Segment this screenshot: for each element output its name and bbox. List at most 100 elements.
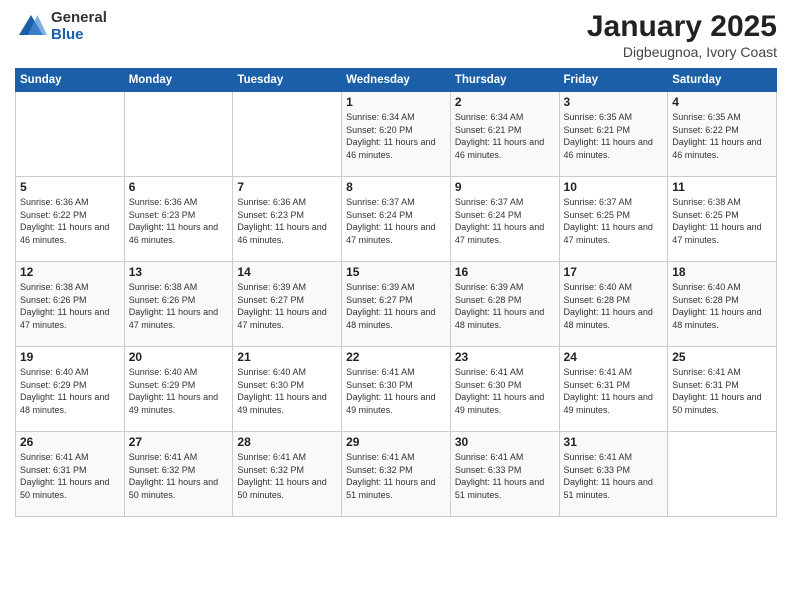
day-cell: 15 Sunrise: 6:39 AM Sunset: 6:27 PM Dayli…: [342, 262, 451, 347]
day-number: 8: [346, 180, 446, 194]
day-cell: 22Sunrise: 6:41 AM Sunset: 6:30 PM Dayli…: [342, 347, 451, 432]
day-cell: [233, 92, 342, 177]
day-cell: 23 Sunrise: 6:41 AM Sunset: 6:30 PM Dayli…: [450, 347, 559, 432]
day-info: Sunrise: 6:41 AM Sunset: 6:31 PM Dayligh…: [20, 451, 120, 501]
day-cell: 20 Sunrise: 6:40 AM Sunset: 6:29 PM Dayli…: [124, 347, 233, 432]
day-cell: 18 Sunrise: 6:40 AM Sunset: 6:28 PM Dayli…: [668, 262, 777, 347]
day-cell: 3 Sunrise: 6:35 AM Sunset: 6:21 PM Daylig…: [559, 92, 668, 177]
header-day: Friday: [559, 69, 668, 92]
day-cell: 7Sunrise: 6:36 AM Sunset: 6:23 PM Daylig…: [233, 177, 342, 262]
day-cell: [668, 432, 777, 517]
day-info: Sunrise: 6:41 AM Sunset: 6:32 PM Dayligh…: [346, 451, 446, 501]
day-cell: 4Sunrise: 6:35 AM Sunset: 6:22 PM Daylig…: [668, 92, 777, 177]
day-info: Sunrise: 6:40 AM Sunset: 6:29 PM Dayligh…: [20, 366, 120, 416]
day-number: 7: [237, 180, 337, 194]
day-number: 10: [564, 180, 664, 194]
logo-blue: Blue: [51, 27, 107, 44]
week-row: 12 Sunrise: 6:38 AM Sunset: 6:26 PM Dayli…: [16, 262, 777, 347]
day-info: Sunrise: 6:41 AM Sunset: 6:33 PM Dayligh…: [455, 451, 555, 501]
day-cell: 16 Sunrise: 6:39 AM Sunset: 6:28 PM Dayli…: [450, 262, 559, 347]
day-info: Sunrise: 6:34 AM Sunset: 6:20 PM Dayligh…: [346, 111, 446, 161]
day-number: 6: [129, 180, 229, 194]
day-info: Sunrise: 6:41 AM Sunset: 6:32 PM Dayligh…: [237, 451, 337, 501]
day-cell: 8 Sunrise: 6:37 AM Sunset: 6:24 PM Daylig…: [342, 177, 451, 262]
day-cell: 5 Sunrise: 6:36 AM Sunset: 6:22 PM Daylig…: [16, 177, 125, 262]
logo-text: General Blue: [51, 10, 107, 43]
day-number: 19: [20, 350, 120, 364]
day-number: 15: [346, 265, 446, 279]
day-cell: 24 Sunrise: 6:41 AM Sunset: 6:31 PM Dayli…: [559, 347, 668, 432]
day-info: Sunrise: 6:40 AM Sunset: 6:28 PM Dayligh…: [672, 281, 772, 331]
day-info: Sunrise: 6:35 AM Sunset: 6:21 PM Dayligh…: [564, 111, 664, 161]
day-cell: 28 Sunrise: 6:41 AM Sunset: 6:32 PM Dayli…: [233, 432, 342, 517]
day-number: 18: [672, 265, 772, 279]
day-cell: 2 Sunrise: 6:34 AM Sunset: 6:21 PM Daylig…: [450, 92, 559, 177]
day-number: 16: [455, 265, 555, 279]
day-number: 30: [455, 435, 555, 449]
day-info: Sunrise: 6:41 AM Sunset: 6:33 PM Dayligh…: [564, 451, 664, 501]
day-cell: 29 Sunrise: 6:41 AM Sunset: 6:32 PM Dayli…: [342, 432, 451, 517]
day-info: Sunrise: 6:36 AM Sunset: 6:22 PM Dayligh…: [20, 196, 120, 246]
day-info: Sunrise: 6:38 AM Sunset: 6:25 PM Dayligh…: [672, 196, 772, 246]
subtitle: Digbeugnoa, Ivory Coast: [587, 44, 777, 60]
day-cell: 14Sunrise: 6:39 AM Sunset: 6:27 PM Dayli…: [233, 262, 342, 347]
header-row: SundayMondayTuesdayWednesdayThursdayFrid…: [16, 69, 777, 92]
day-number: 20: [129, 350, 229, 364]
day-number: 24: [564, 350, 664, 364]
day-info: Sunrise: 6:38 AM Sunset: 6:26 PM Dayligh…: [20, 281, 120, 331]
week-row: 26 Sunrise: 6:41 AM Sunset: 6:31 PM Dayli…: [16, 432, 777, 517]
day-info: Sunrise: 6:37 AM Sunset: 6:24 PM Dayligh…: [346, 196, 446, 246]
calendar-table: SundayMondayTuesdayWednesdayThursdayFrid…: [15, 68, 777, 517]
day-number: 3: [564, 95, 664, 109]
day-info: Sunrise: 6:41 AM Sunset: 6:31 PM Dayligh…: [672, 366, 772, 416]
week-row: 19 Sunrise: 6:40 AM Sunset: 6:29 PM Dayli…: [16, 347, 777, 432]
day-cell: 6 Sunrise: 6:36 AM Sunset: 6:23 PM Daylig…: [124, 177, 233, 262]
day-number: 31: [564, 435, 664, 449]
day-info: Sunrise: 6:41 AM Sunset: 6:30 PM Dayligh…: [455, 366, 555, 416]
day-number: 17: [564, 265, 664, 279]
day-number: 5: [20, 180, 120, 194]
header-day: Monday: [124, 69, 233, 92]
week-row: 5 Sunrise: 6:36 AM Sunset: 6:22 PM Daylig…: [16, 177, 777, 262]
day-cell: 9Sunrise: 6:37 AM Sunset: 6:24 PM Daylig…: [450, 177, 559, 262]
day-info: Sunrise: 6:40 AM Sunset: 6:29 PM Dayligh…: [129, 366, 229, 416]
logo-icon: [15, 11, 47, 43]
day-info: Sunrise: 6:36 AM Sunset: 6:23 PM Dayligh…: [129, 196, 229, 246]
header: General Blue January 2025 Digbeugnoa, Iv…: [15, 10, 777, 60]
day-number: 21: [237, 350, 337, 364]
day-cell: 25 Sunrise: 6:41 AM Sunset: 6:31 PM Dayli…: [668, 347, 777, 432]
day-number: 1: [346, 95, 446, 109]
page: General Blue January 2025 Digbeugnoa, Iv…: [0, 0, 792, 612]
title-block: January 2025 Digbeugnoa, Ivory Coast: [587, 10, 777, 60]
day-info: Sunrise: 6:39 AM Sunset: 6:27 PM Dayligh…: [237, 281, 337, 331]
day-info: Sunrise: 6:41 AM Sunset: 6:30 PM Dayligh…: [346, 366, 446, 416]
logo-general: General: [51, 10, 107, 27]
day-info: Sunrise: 6:40 AM Sunset: 6:30 PM Dayligh…: [237, 366, 337, 416]
day-number: 28: [237, 435, 337, 449]
day-number: 29: [346, 435, 446, 449]
day-number: 25: [672, 350, 772, 364]
day-number: 12: [20, 265, 120, 279]
day-info: Sunrise: 6:39 AM Sunset: 6:28 PM Dayligh…: [455, 281, 555, 331]
day-number: 26: [20, 435, 120, 449]
logo: General Blue: [15, 10, 107, 43]
header-day: Sunday: [16, 69, 125, 92]
header-day: Wednesday: [342, 69, 451, 92]
day-number: 23: [455, 350, 555, 364]
day-info: Sunrise: 6:41 AM Sunset: 6:31 PM Dayligh…: [564, 366, 664, 416]
header-day: Tuesday: [233, 69, 342, 92]
day-info: Sunrise: 6:40 AM Sunset: 6:28 PM Dayligh…: [564, 281, 664, 331]
day-cell: 1 Sunrise: 6:34 AM Sunset: 6:20 PM Daylig…: [342, 92, 451, 177]
header-day: Saturday: [668, 69, 777, 92]
day-cell: 13Sunrise: 6:38 AM Sunset: 6:26 PM Dayli…: [124, 262, 233, 347]
day-cell: 10Sunrise: 6:37 AM Sunset: 6:25 PM Dayli…: [559, 177, 668, 262]
day-number: 11: [672, 180, 772, 194]
day-cell: 31 Sunrise: 6:41 AM Sunset: 6:33 PM Dayli…: [559, 432, 668, 517]
day-info: Sunrise: 6:39 AM Sunset: 6:27 PM Dayligh…: [346, 281, 446, 331]
main-title: January 2025: [587, 10, 777, 44]
day-cell: 21 Sunrise: 6:40 AM Sunset: 6:30 PM Dayli…: [233, 347, 342, 432]
day-info: Sunrise: 6:34 AM Sunset: 6:21 PM Dayligh…: [455, 111, 555, 161]
week-row: 1 Sunrise: 6:34 AM Sunset: 6:20 PM Daylig…: [16, 92, 777, 177]
day-cell: 27Sunrise: 6:41 AM Sunset: 6:32 PM Dayli…: [124, 432, 233, 517]
day-number: 2: [455, 95, 555, 109]
